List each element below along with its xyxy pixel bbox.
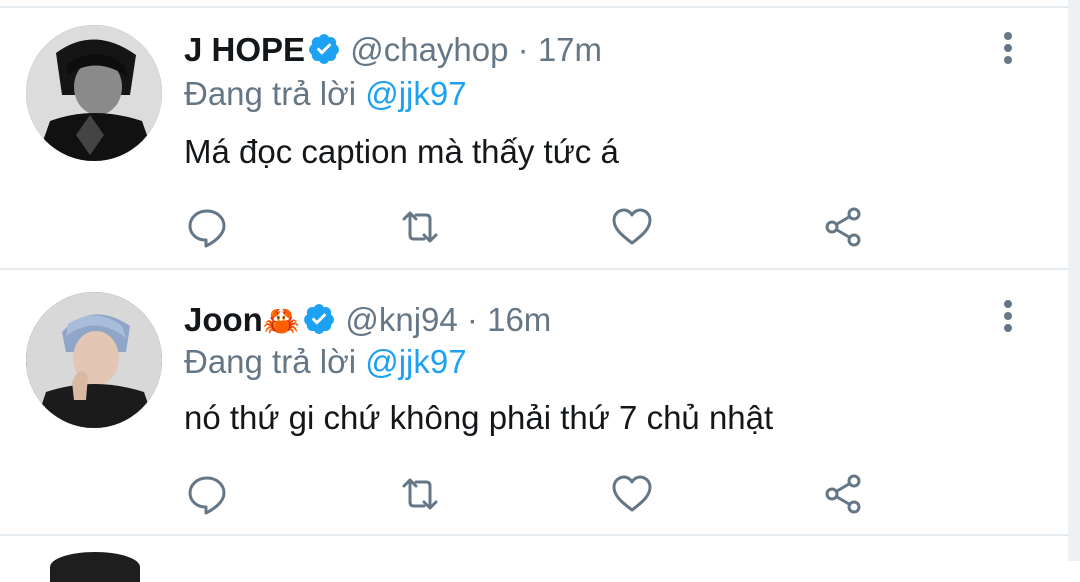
user-handle[interactable]: @chayhop (350, 31, 508, 68)
heart-icon[interactable] (610, 205, 654, 249)
share-icon[interactable] (822, 205, 866, 249)
replying-mention[interactable]: @jjk97 (365, 343, 466, 380)
heart-icon[interactable] (610, 472, 654, 516)
replying-to: Đang trả lời @jjk97 (184, 342, 467, 382)
display-name[interactable]: J HOPE (184, 31, 305, 68)
separator-dot: · (517, 31, 529, 68)
more-vertical-icon[interactable] (990, 28, 1026, 68)
reply-icon[interactable] (186, 205, 230, 249)
right-edge-strip (1068, 0, 1080, 561)
timestamp[interactable]: 16m (487, 301, 551, 338)
user-handle[interactable]: @knj94 (345, 301, 457, 338)
replying-prefix: Đang trả lời (184, 343, 357, 380)
tweet-text: nó thứ gi chứ không phải thứ 7 chủ nhật (184, 399, 774, 436)
display-name[interactable]: Joon (184, 301, 263, 338)
avatar[interactable] (26, 25, 162, 161)
more-vertical-icon[interactable] (990, 296, 1026, 336)
tweet-header: J HOPE @chayhop · 17m (184, 30, 602, 70)
verified-badge-icon (304, 304, 335, 334)
tweet-divider (0, 534, 1068, 536)
timestamp[interactable]: 17m (538, 31, 602, 68)
avatar[interactable] (26, 292, 162, 428)
share-icon[interactable] (822, 472, 866, 516)
replying-prefix: Đang trả lời (184, 75, 357, 112)
replying-to: Đang trả lời @jjk97 (184, 74, 467, 114)
tweet-1[interactable]: J HOPE @chayhop · 17m Đang trả lời @jjk9… (0, 0, 1068, 268)
name-emoji: 🦀 (262, 305, 301, 338)
tweet-2[interactable]: Joon🦀 @knj94 · 16m Đang trả lời @jjk97 n… (0, 270, 1068, 534)
replying-mention[interactable]: @jjk97 (365, 75, 466, 112)
tweet-text: Má đọc caption mà thấy tức á (184, 133, 619, 170)
reply-icon[interactable] (186, 472, 230, 516)
tweet-header: Joon🦀 @knj94 · 16m (184, 300, 551, 342)
separator-dot: · (466, 301, 478, 338)
retweet-icon[interactable] (398, 205, 442, 249)
next-tweet-avatar-partial (50, 552, 140, 582)
retweet-icon[interactable] (398, 472, 442, 516)
verified-badge-icon (309, 34, 339, 64)
